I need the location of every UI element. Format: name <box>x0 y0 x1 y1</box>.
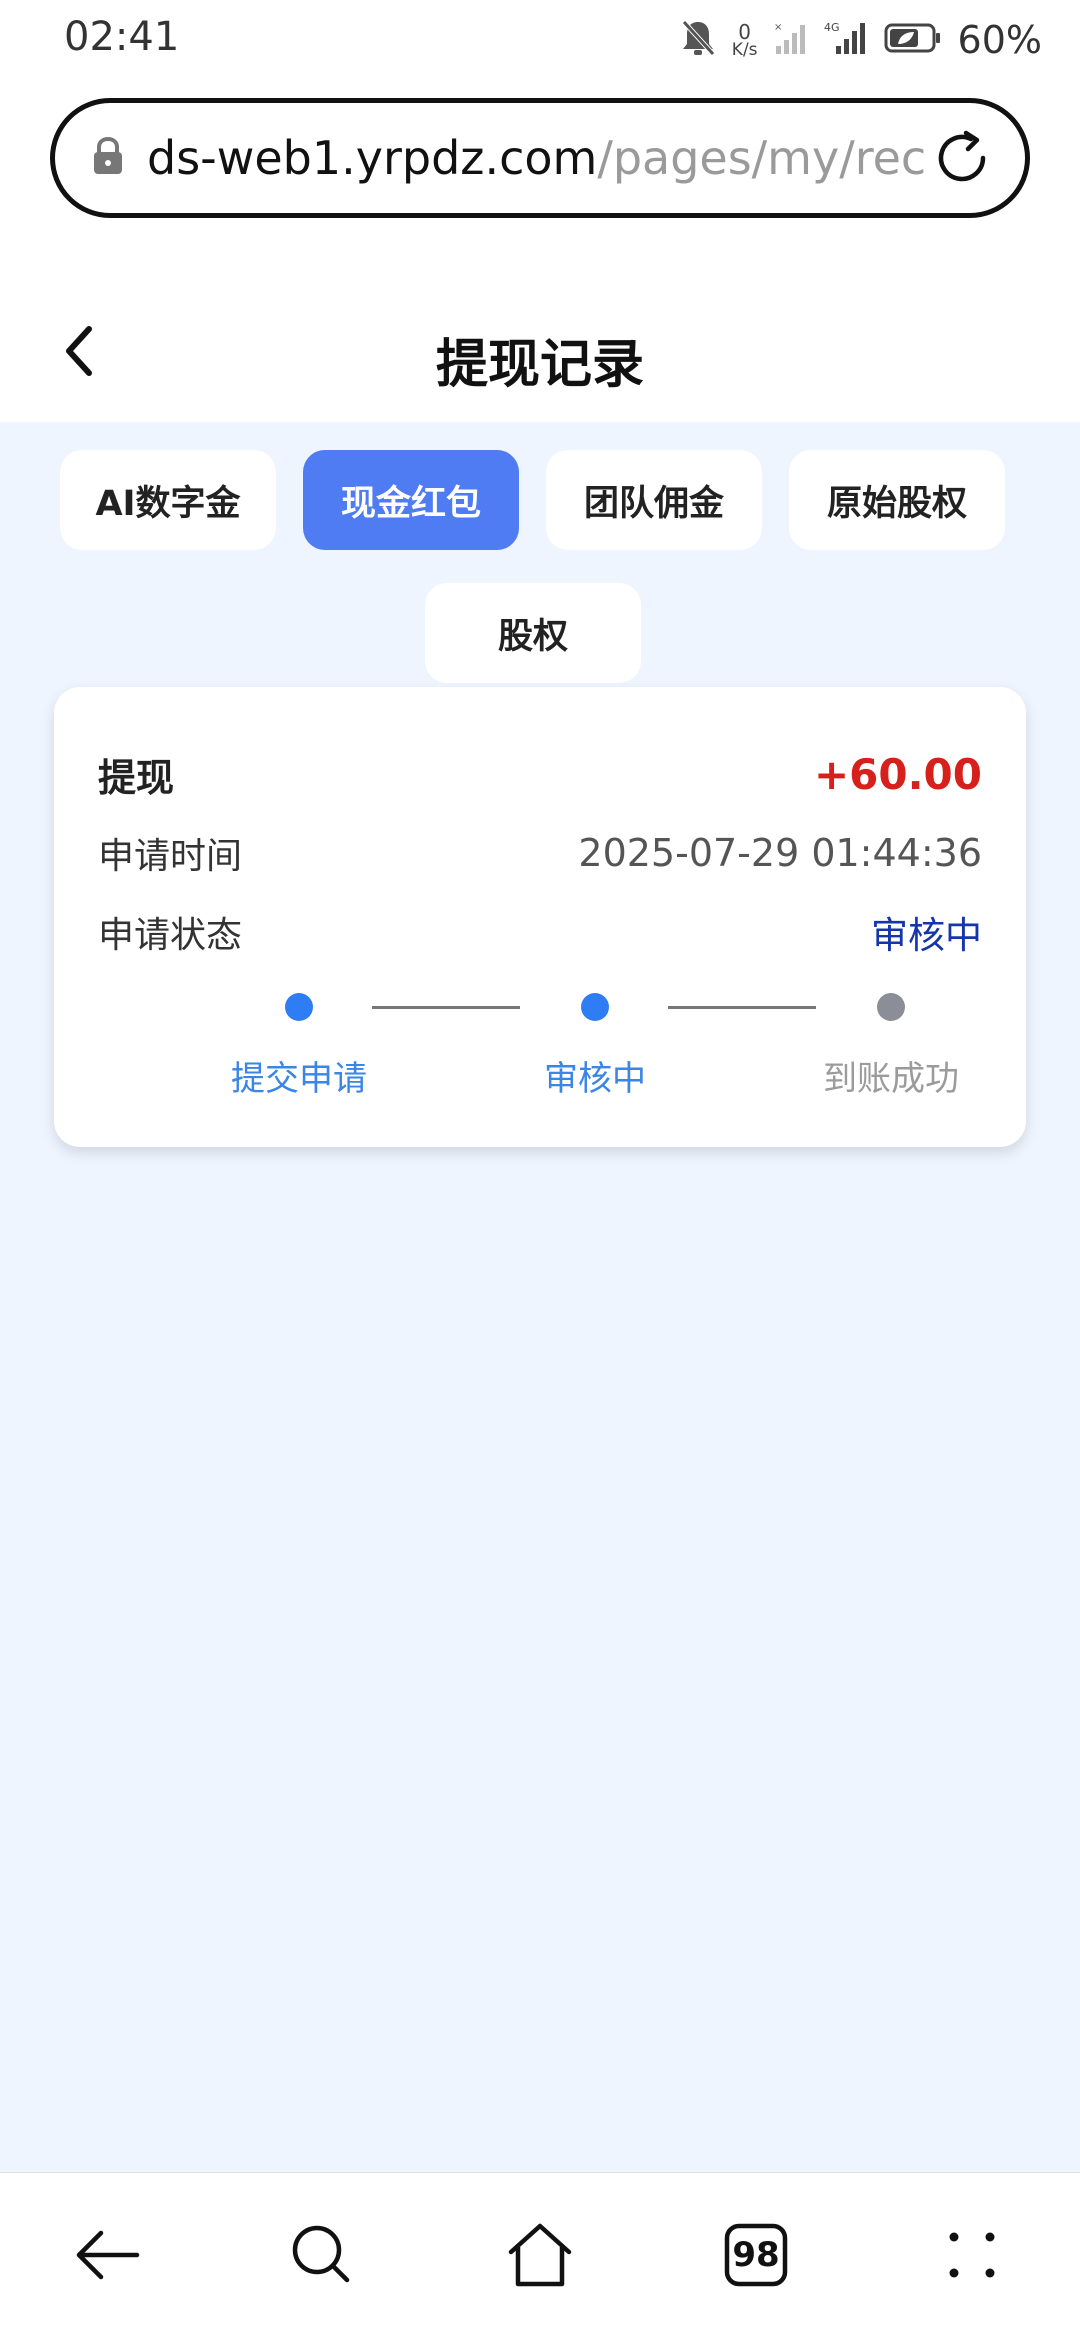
record-header-row: 提现 +60.00 <box>98 747 982 802</box>
step-dot-submit <box>285 993 313 1021</box>
nav-home-button[interactable] <box>500 2215 580 2295</box>
nav-menu-button[interactable] <box>932 2215 1012 2295</box>
signal-4g-icon: 4G <box>824 20 868 60</box>
page-header: 提现记录 <box>0 280 1080 422</box>
tab-cash-red-packet[interactable]: 现金红包 <box>303 450 519 550</box>
apply-time-row: 申请时间 2025-07-29 01:44:36 <box>98 827 982 879</box>
browser-bottom-nav: 98 <box>0 2172 1080 2340</box>
lock-icon[interactable] <box>91 136 125 180</box>
url-domain: ds-web1.yrpdz.com <box>147 131 598 185</box>
battery-percent: 60% <box>957 18 1042 62</box>
step-label-submit: 提交申请 <box>231 1059 367 1099</box>
status-time: 02:41 <box>64 14 180 60</box>
search-icon <box>292 2225 350 2283</box>
progress-steps: 提交申请 审核中 到账成功 <box>134 993 959 1113</box>
net-speed: 0 K/s <box>732 22 758 59</box>
signal-icon: × <box>774 20 808 60</box>
svg-text:4G: 4G <box>824 21 840 34</box>
status-bar: 02:41 0 K/s × 4G 60% <box>0 0 1080 84</box>
record-type: 提现 <box>98 756 175 800</box>
net-speed-value: 0 <box>738 19 752 44</box>
reload-icon[interactable] <box>927 123 997 193</box>
arrow-left-icon <box>76 2230 140 2280</box>
nav-tabs-button[interactable]: 98 <box>716 2215 796 2295</box>
apply-status-label: 申请状态 <box>98 915 243 956</box>
url-path: /pages/my/rec <box>597 131 927 185</box>
step-label-arrived: 到账成功 <box>823 1059 959 1099</box>
home-icon <box>508 2223 572 2287</box>
url-text[interactable]: ds-web1.yrpdz.com/pages/my/rec <box>147 131 927 185</box>
apply-time-label: 申请时间 <box>98 836 243 877</box>
apply-time-value: 2025-07-29 01:44:36 <box>578 831 982 875</box>
tabs-count: 98 <box>732 2235 780 2275</box>
svg-text:×: × <box>774 22 782 33</box>
battery-icon <box>884 22 942 58</box>
step-dot-review <box>581 993 609 1021</box>
apply-status-row: 申请状态 审核中 <box>98 905 982 959</box>
address-bar[interactable]: ds-web1.yrpdz.com/pages/my/rec <box>50 98 1030 218</box>
content-area: AI数字金 现金红包 团队佣金 原始股权 股权 提现 +60.00 申请时间 2… <box>0 422 1080 2172</box>
tab-equity[interactable]: 股权 <box>425 583 641 683</box>
tab-team-commission[interactable]: 团队佣金 <box>546 450 762 550</box>
net-speed-unit: K/s <box>731 39 758 60</box>
more-dots-icon <box>949 2232 995 2278</box>
withdraw-record-card: 提现 +60.00 申请时间 2025-07-29 01:44:36 申请状态 … <box>54 687 1026 1147</box>
status-icons: 0 K/s × 4G 60% <box>680 14 1042 66</box>
page-title: 提现记录 <box>435 335 644 395</box>
step-line-2 <box>668 1006 816 1009</box>
step-label-review: 审核中 <box>544 1059 646 1099</box>
page: 02:41 0 K/s × 4G 60% ds-web1.yrpdz.com/p… <box>0 0 1080 2340</box>
bell-muted-icon <box>680 18 716 62</box>
nav-back-button[interactable] <box>68 2215 148 2295</box>
apply-status-value: 审核中 <box>871 914 982 957</box>
step-line-1 <box>372 1006 520 1009</box>
step-dot-arrived <box>877 993 905 1021</box>
record-amount: +60.00 <box>813 750 982 799</box>
nav-search-button[interactable] <box>282 2215 362 2295</box>
tab-original-equity[interactable]: 原始股权 <box>789 450 1005 550</box>
tab-ai-digital-gold[interactable]: AI数字金 <box>60 450 276 550</box>
